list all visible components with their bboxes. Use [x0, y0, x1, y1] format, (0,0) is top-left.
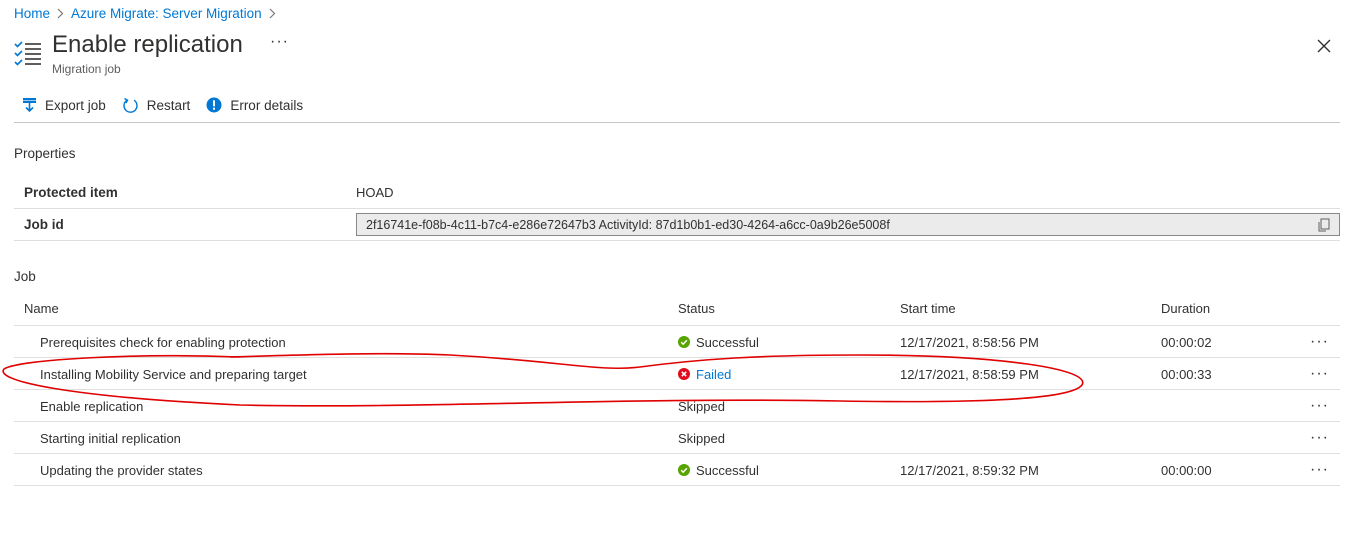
job-step-status: Successful — [678, 326, 759, 358]
command-bar: Export job Restart Error details — [22, 94, 319, 116]
chevron-right-icon — [57, 8, 64, 19]
job-step-name: Starting initial replication — [40, 430, 181, 446]
breadcrumb-server-migration-link[interactable]: Azure Migrate: Server Migration — [71, 6, 262, 21]
property-row-protected-item: Protected item HOAD — [14, 177, 1340, 209]
table-row[interactable]: Updating the provider states Successful … — [14, 454, 1340, 486]
error-details-label: Error details — [230, 97, 304, 113]
row-more-button[interactable]: ··· — [1310, 358, 1329, 390]
protected-item-label: Protected item — [24, 185, 118, 200]
protected-item-value: HOAD — [356, 185, 394, 200]
status-text: Successful — [696, 334, 759, 350]
column-header-status[interactable]: Status — [678, 301, 715, 316]
row-more-button[interactable]: ··· — [1310, 454, 1329, 486]
error-x-icon — [678, 368, 690, 380]
export-job-label: Export job — [45, 97, 106, 113]
failed-status-link[interactable]: Failed — [696, 367, 731, 382]
success-check-icon — [678, 464, 690, 476]
restart-button[interactable]: Restart — [122, 97, 191, 114]
info-icon — [206, 97, 222, 113]
row-more-button[interactable]: ··· — [1310, 422, 1329, 454]
job-id-field[interactable]: 2f16741e-f08b-4c11-b7c4-e286e72647b3 Act… — [356, 213, 1340, 236]
property-row-job-id: Job id 2f16741e-f08b-4c11-b7c4-e286e7264… — [14, 209, 1340, 241]
chevron-right-icon — [269, 8, 276, 19]
row-more-button[interactable]: ··· — [1310, 390, 1329, 422]
job-step-start-time: 12/17/2021, 8:58:56 PM — [900, 334, 1039, 350]
table-row[interactable]: Prerequisites check for enabling protect… — [14, 326, 1340, 358]
table-row[interactable]: Starting initial replication Skipped ··· — [14, 422, 1340, 454]
job-step-status: Skipped — [678, 390, 725, 422]
job-id-value: 2f16741e-f08b-4c11-b7c4-e286e72647b3 Act… — [366, 217, 890, 232]
table-row[interactable]: Installing Mobility Service and preparin… — [14, 358, 1340, 390]
status-text: Skipped — [678, 398, 725, 414]
job-step-duration: 00:00:00 — [1161, 462, 1212, 478]
toolbar-divider — [14, 122, 1340, 123]
copy-icon[interactable] — [1317, 218, 1331, 232]
job-step-status: Skipped — [678, 422, 725, 454]
row-more-button[interactable]: ··· — [1310, 326, 1329, 358]
restart-icon — [123, 97, 138, 113]
more-actions-button[interactable]: ··· — [270, 33, 289, 51]
page-subtitle: Migration job — [52, 62, 121, 76]
error-details-button[interactable]: Error details — [206, 97, 303, 113]
table-row[interactable]: Enable replication Skipped ··· — [14, 390, 1340, 422]
close-icon[interactable] — [1314, 36, 1334, 56]
job-step-name: Installing Mobility Service and preparin… — [40, 366, 307, 382]
export-job-button[interactable]: Export job — [22, 97, 106, 113]
job-step-start-time: 12/17/2021, 8:58:59 PM — [900, 366, 1039, 382]
status-text: Skipped — [678, 430, 725, 446]
job-id-label: Job id — [24, 217, 64, 232]
job-step-name: Enable replication — [40, 398, 144, 414]
job-step-name: Prerequisites check for enabling protect… — [40, 334, 286, 350]
column-header-name[interactable]: Name — [24, 301, 59, 316]
job-step-start-time: 12/17/2021, 8:59:32 PM — [900, 462, 1039, 478]
restart-label: Restart — [146, 97, 191, 113]
job-section-label: Job — [14, 269, 36, 284]
job-step-name: Updating the provider states — [40, 462, 203, 478]
breadcrumb: Home Azure Migrate: Server Migration — [14, 4, 283, 22]
column-header-start-time[interactable]: Start time — [900, 301, 956, 316]
job-step-duration: 00:00:02 — [1161, 334, 1212, 350]
column-header-duration[interactable]: Duration — [1161, 301, 1210, 316]
export-icon — [23, 98, 36, 113]
page-title: Enable replication — [52, 31, 243, 58]
job-step-status: Successful — [678, 454, 759, 486]
job-step-status: Failed — [678, 358, 731, 390]
job-checklist-icon — [13, 40, 43, 68]
status-text: Successful — [696, 462, 759, 478]
success-check-icon — [678, 336, 690, 348]
breadcrumb-home-link[interactable]: Home — [14, 6, 50, 21]
job-step-duration: 00:00:33 — [1161, 366, 1212, 382]
properties-section-label: Properties — [14, 146, 76, 161]
